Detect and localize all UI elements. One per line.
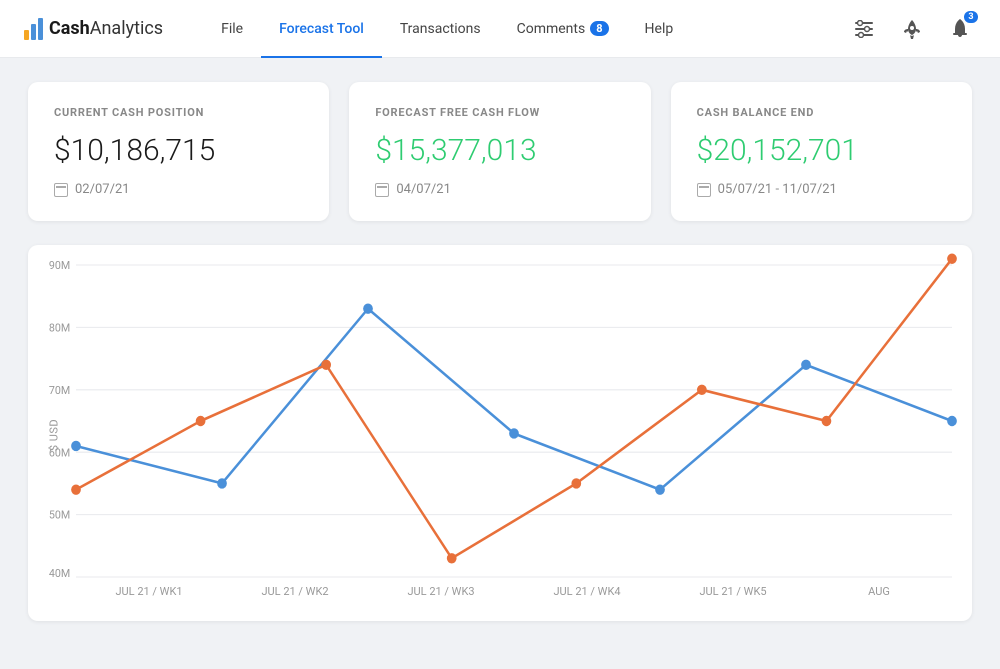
card-forecast-cash: FORECAST FREE CASH FLOW $15,377,013 04/0… — [349, 82, 650, 221]
rocket-button[interactable] — [896, 13, 928, 45]
x-label-1: JUL 21 / WK1 — [76, 585, 222, 598]
orange-dot-8 — [947, 254, 957, 264]
calendar-icon-2 — [375, 183, 389, 197]
calendar-icon-3 — [697, 183, 711, 197]
x-label-5: JUL 21 / WK5 — [660, 585, 806, 598]
rocket-icon — [903, 19, 921, 39]
svg-text:50M: 50M — [49, 508, 70, 521]
chart-svg-area: 90M 80M 70M 60M 50M 40M — [76, 265, 952, 577]
card-label-current-cash: CURRENT CASH POSITION — [54, 106, 303, 119]
blue-dot-6 — [801, 360, 811, 370]
date-text-forecast: 04/07/21 — [396, 182, 451, 197]
blue-dot-5 — [655, 484, 665, 494]
chart-panel: $ USD — [28, 245, 972, 621]
x-axis-labels: JUL 21 / WK1 JUL 21 / WK2 JUL 21 / WK3 J… — [76, 577, 952, 605]
orange-dot-1 — [71, 484, 81, 494]
nav-help[interactable]: Help — [627, 0, 692, 58]
logo-bar-3 — [38, 18, 43, 40]
nav-file[interactable]: File — [203, 0, 261, 58]
blue-dot-7 — [947, 416, 957, 426]
nav-forecast-tool[interactable]: Forecast Tool — [261, 0, 382, 58]
card-value-forecast: $15,377,013 — [375, 133, 624, 168]
card-value-balance: $20,152,701 — [697, 133, 946, 168]
settings-button[interactable] — [848, 13, 880, 45]
x-label-2: JUL 21 / WK2 — [222, 585, 368, 598]
date-text-current-cash: 02/07/21 — [75, 182, 130, 197]
navbar: CashAnalytics File Forecast Tool Transac… — [0, 0, 1000, 58]
card-date-current-cash: 02/07/21 — [54, 182, 303, 197]
nav-links: File Forecast Tool Transactions Comments… — [203, 0, 848, 58]
logo-bar-1 — [24, 30, 29, 40]
svg-text:80M: 80M — [49, 321, 70, 334]
blue-dot-1 — [71, 441, 81, 451]
comments-badge: 8 — [590, 21, 608, 36]
orange-dot-7 — [822, 416, 832, 426]
card-date-balance: 05/07/21 - 11/07/21 — [697, 182, 946, 197]
card-label-balance: CASH BALANCE END — [697, 106, 946, 119]
card-cash-balance: CASH BALANCE END $20,152,701 05/07/21 - … — [671, 82, 972, 221]
orange-dot-6 — [697, 385, 707, 395]
nav-transactions[interactable]: Transactions — [382, 0, 499, 58]
card-current-cash: CURRENT CASH POSITION $10,186,715 02/07/… — [28, 82, 329, 221]
card-label-forecast: FORECAST FREE CASH FLOW — [375, 106, 624, 119]
x-label-4: JUL 21 / WK4 — [514, 585, 660, 598]
bell-button[interactable]: 3 — [944, 13, 976, 45]
orange-dot-2 — [196, 416, 206, 426]
card-date-forecast: 04/07/21 — [375, 182, 624, 197]
orange-dot-4 — [447, 553, 457, 563]
blue-line — [76, 309, 952, 490]
svg-text:40M: 40M — [49, 567, 70, 580]
svg-text:60M: 60M — [49, 446, 70, 459]
cards-row: CURRENT CASH POSITION $10,186,715 02/07/… — [28, 82, 972, 221]
x-label-3: JUL 21 / WK3 — [368, 585, 514, 598]
nav-comments[interactable]: Comments 8 — [499, 0, 627, 58]
calendar-icon — [54, 183, 68, 197]
logo-bar-2 — [31, 24, 36, 40]
logo-text: CashAnalytics — [49, 18, 163, 39]
main-content: CURRENT CASH POSITION $10,186,715 02/07/… — [0, 58, 1000, 645]
nav-actions: 3 — [848, 13, 976, 45]
logo[interactable]: CashAnalytics — [24, 18, 163, 40]
svg-text:70M: 70M — [49, 384, 70, 397]
date-text-balance: 05/07/21 - 11/07/21 — [718, 182, 837, 197]
x-label-6: AUG — [806, 585, 952, 598]
line-chart: 90M 80M 70M 60M 50M 40M — [76, 265, 952, 577]
settings-icon — [855, 20, 873, 38]
chart-container: $ USD — [38, 265, 952, 605]
blue-dot-3 — [363, 303, 373, 313]
orange-line — [76, 259, 952, 559]
blue-dot-2 — [217, 478, 227, 488]
orange-dot-3 — [321, 360, 331, 370]
logo-icon — [24, 18, 43, 40]
blue-dot-4 — [509, 428, 519, 438]
svg-text:90M: 90M — [49, 259, 70, 272]
card-value-current-cash: $10,186,715 — [54, 133, 303, 168]
bell-badge: 3 — [964, 11, 978, 23]
orange-dot-5 — [571, 478, 581, 488]
